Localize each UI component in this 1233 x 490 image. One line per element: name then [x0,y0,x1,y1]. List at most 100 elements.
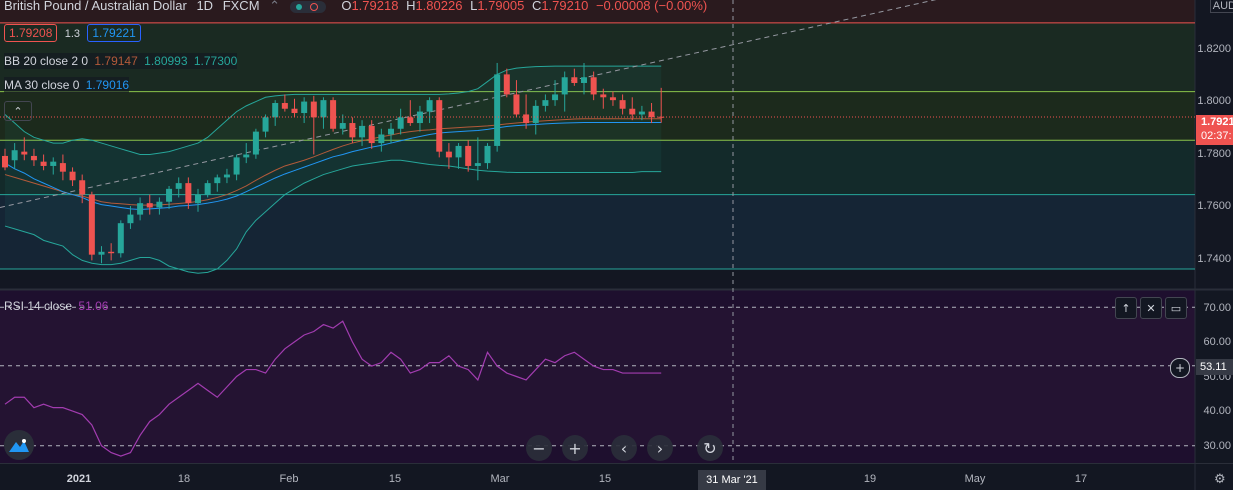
tradingview-logo[interactable] [4,430,34,460]
candle-body [59,163,66,172]
candle-body [310,101,317,118]
chevron-right-icon: › [656,438,664,458]
bb-basis-value: 1.79147 [94,54,138,68]
rsi-legend-label: RSI 14 close [4,299,73,313]
candle-body [561,77,568,95]
candle-body [474,163,481,166]
ma-legend[interactable]: MA 30 close 0 1.79016 [4,77,130,93]
candle-body [262,117,269,132]
add-indicator-button[interactable]: + [1170,358,1190,378]
ma-legend-label: MA 30 close 0 [4,78,80,92]
candle-body [166,188,173,202]
currency-label[interactable]: AUD [1209,0,1233,13]
rsi-tick: 60.00 [1203,336,1231,348]
arrow-up-icon: ↑ [1121,301,1131,315]
candle-body [291,108,298,114]
market-open-dot [295,3,302,10]
logo-icon [9,439,29,452]
candle-body [648,111,655,118]
candle-body [40,161,47,166]
candle-body [368,125,375,144]
reset-icon: ↻ [703,438,717,458]
settings-icon[interactable]: ⚙ [1214,472,1226,487]
candle-body [88,194,95,255]
candle-body [214,177,221,184]
rsi-tick: 30.00 [1203,440,1231,452]
candle-body [503,74,510,95]
scroll-left-button[interactable]: ‹ [611,435,637,461]
rsi-legend[interactable]: RSI 14 close 51.06 [4,298,108,314]
change-value: −0.00008 (−0.00%) [595,0,708,13]
sell-button[interactable]: 1.79208 [4,24,58,42]
time-tick: Mar [490,473,510,485]
reset-chart-button[interactable]: ↻ [697,435,723,461]
interval-label[interactable]: 1D [196,0,213,13]
market-status-badge [289,0,326,13]
candle [88,191,95,261]
maximize-pane-button[interactable]: ▭ [1165,297,1187,319]
events-icon [309,2,318,11]
open-value: 1.79218 [351,0,399,13]
candle [436,97,443,158]
countdown-value: 02:37: [1201,130,1232,142]
exchange-label: FXCM [222,0,260,13]
candle-body [455,145,462,158]
candle-body [195,194,201,204]
minus-icon: − [532,438,546,458]
bb-legend[interactable]: BB 20 close 2 0 1.79147 1.80993 1.77300 [4,53,238,69]
price-chart[interactable] [0,0,1233,490]
candle-body [581,77,587,83]
zoom-out-button[interactable]: − [526,435,552,461]
candle-body [445,151,452,158]
bb-upper-value: 1.80993 [144,54,188,68]
chevron-up-icon: ⌃ [13,104,23,118]
candle-body [532,105,539,124]
candle-body [609,97,616,101]
candle-body [127,214,134,224]
candle-body [600,94,607,98]
rsi-tick: 40.00 [1203,405,1231,417]
bb-lower-value: 1.77300 [193,54,238,68]
maximize-icon: ▭ [1170,301,1182,315]
candle-body [484,145,491,164]
scroll-right-button[interactable]: › [647,435,673,461]
candle-body [204,183,211,195]
symbol-title[interactable]: British Pound / Australian Dollar [4,0,187,13]
candle-body [281,103,288,109]
move-pane-up-button[interactable]: ↑ [1115,297,1137,319]
bb-legend-label: BB 20 close 2 0 [4,54,89,68]
candle-body [11,150,18,161]
spread-value: 1.3 [64,28,81,40]
plus-icon: + [1174,361,1186,375]
candle-body [513,94,520,115]
current-price-label: 1.7921 02:37: [1196,115,1233,145]
candle-body [233,157,240,175]
buy-button[interactable]: 1.79221 [87,24,141,42]
time-tick: 17 [1074,473,1088,485]
legend-header: British Pound / Australian Dollar 1D FXC… [4,0,707,14]
chevron-left-icon: ‹ [620,438,628,458]
time-tick: Feb [279,473,299,485]
candle-body [349,123,356,138]
rsi-band [0,307,1195,446]
time-crosshair-label: 31 Mar '21 [698,470,766,490]
plus-icon: + [568,438,582,458]
time-tick: 18 [177,473,191,485]
zoom-in-button[interactable]: + [562,435,588,461]
candle [494,62,501,152]
collapse-legend-button[interactable]: ⌃ [4,101,32,121]
candle-body [320,100,327,118]
candle-body [388,128,394,135]
collapse-icon[interactable]: ⌃ [269,0,280,13]
ma-value: 1.79016 [85,78,130,92]
candle-body [619,100,626,109]
candle-body [552,94,559,101]
candle-body [407,117,414,124]
candle-body [465,145,472,166]
candle-body [629,108,636,115]
price-tick: 1.8000 [1197,95,1231,107]
candle-body [330,100,337,129]
close-icon: ✕ [1146,301,1156,315]
time-tick: 15 [388,473,402,485]
close-pane-button[interactable]: ✕ [1140,297,1162,319]
